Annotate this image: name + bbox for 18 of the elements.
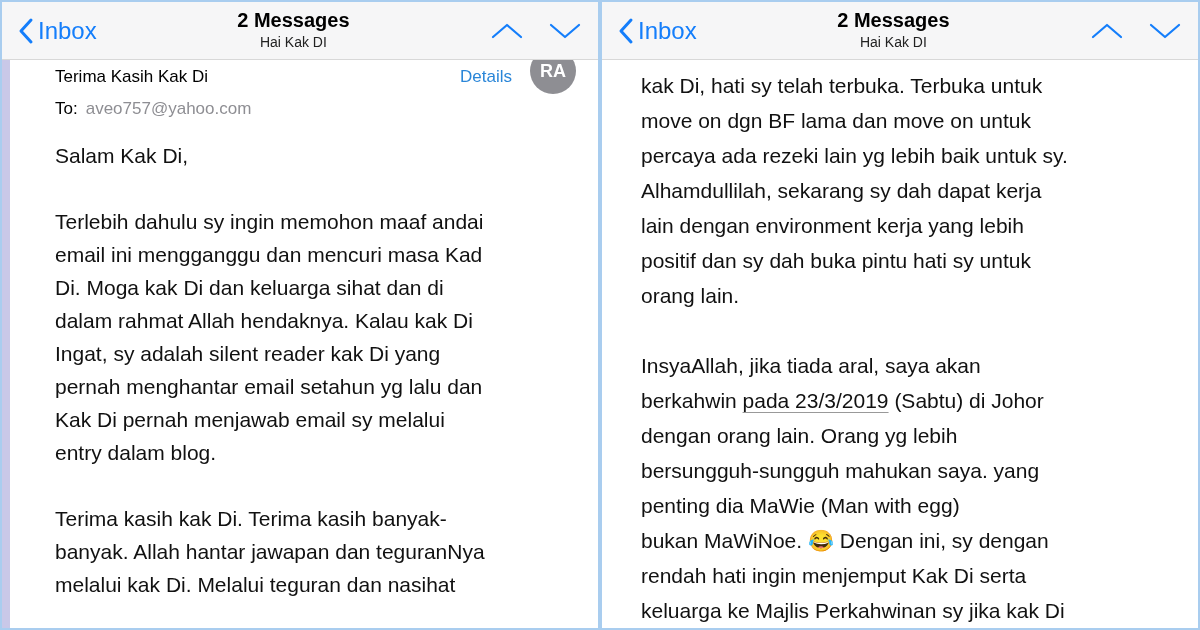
- thread-subject: Hai Kak DI: [259, 32, 327, 51]
- recipient-address: aveo757@yahoo.com: [85, 97, 252, 120]
- thread-subject: Hai Kak DI: [859, 32, 927, 51]
- message-paragraph: kak Di, hati sy telah terbuka. Terbuka untuk move on dgn BF lama dan move on untuk percaya ada rezeki lain yg lebih baik untuk sy. Alhamdullilah, sekarang sy dah dapat kerja lain dengan environment kerja yang lebih positif dan sy dah buka pintu hati sy untuk orang lain.: [641, 73, 1069, 309]
- message-paragraph: Terlebih dahulu sy ingin memohon maaf andai email ini mengganggu dan mencuri masa Kad Di. Moga kak Di dan keluarga sihat dan di dalam rahmat Allah hendaknya. Kalau kak Di Ingat, sy adalah silent reader kak Di yang pernah menghantar email setahun yg lalu dan Kak Di pernah menjawab email sy melalui entry dalam blog.: [55, 209, 485, 466]
- to-label: To:: [55, 97, 78, 120]
- window-title: 2 Messages: [837, 7, 950, 33]
- date-link[interactable]: pada 23/3/2019: [742, 389, 889, 412]
- message-paragraph: Terima kasih kak Di. Terima kasih banyak- banyak. Allah hantar jawapan dan teguranNya melalui kak Di. Melalui teguran dan nasihat: [55, 506, 486, 598]
- back-chevron-icon: [618, 16, 634, 45]
- window-title: 2 Messages: [237, 7, 350, 33]
- details-link[interactable]: Details: [460, 64, 512, 90]
- message-paragraph: Salam Kak Di,: [55, 143, 190, 169]
- back-chevron-icon: [18, 16, 34, 45]
- back-button[interactable]: Inbox: [18, 12, 97, 49]
- message-paragraph: InsyaAllah, jika tiada aral, saya akan berkahwin pada 23/3/2019 (Sabtu) di Johor dengan orang lain. Orang yg lebih bersungguh-sungguh mahukan saya. yang penting dia MaWie (Man with egg) bukan MaWiNoe. 😂 Dengan ini, sy dengan rendah hati ingin menjemput Kak Di serta keluarga ke Majlis Perkahwinan sy jika kak Di: [641, 353, 1066, 624]
- message-subject: Terima Kasih Kak Di: [55, 66, 210, 88]
- back-button[interactable]: Inbox: [618, 12, 697, 49]
